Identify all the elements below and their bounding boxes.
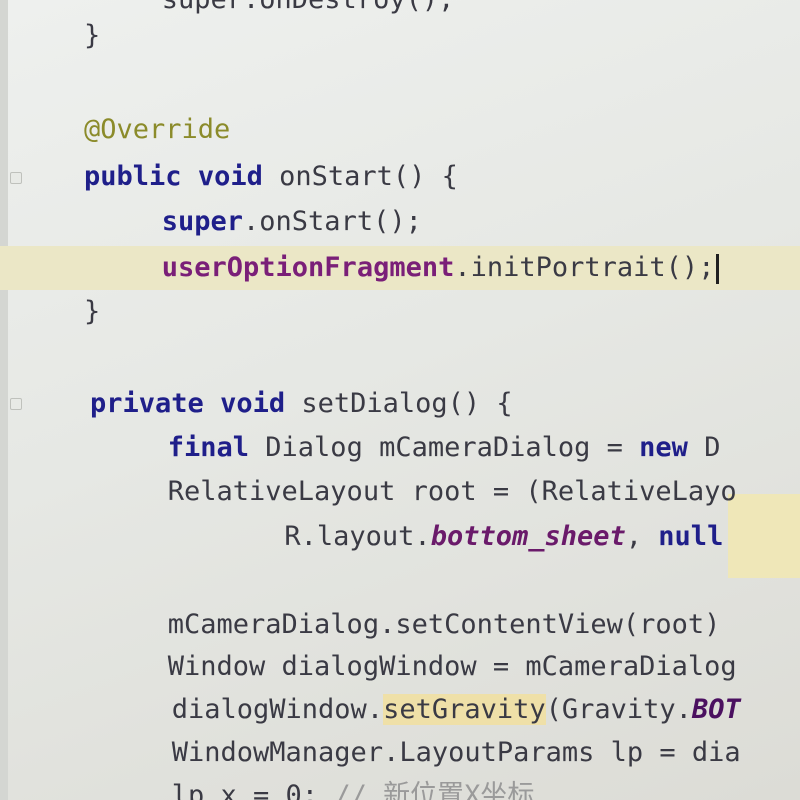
code-token: void xyxy=(197,161,263,192)
code-line[interactable]: RelativeLayout root = (RelativeLayo xyxy=(0,470,800,514)
code-token: @Override xyxy=(84,114,231,145)
code-token: super.onDestroy(); xyxy=(162,0,455,15)
code-token: BOT xyxy=(691,694,741,725)
code-token: D xyxy=(687,432,721,463)
code-token: super xyxy=(161,206,244,237)
code-token: .onStart(); xyxy=(243,206,422,237)
code-token: mCameraDialog.setContentView(root) xyxy=(167,609,721,640)
code-token: final xyxy=(167,432,250,463)
code-token: public xyxy=(84,161,182,192)
code-line[interactable] xyxy=(0,338,800,382)
code-token: R.layout. xyxy=(284,521,431,552)
code-line[interactable]: @Override xyxy=(0,108,800,152)
code-line[interactable]: } xyxy=(0,14,800,58)
code-token: private xyxy=(90,388,204,419)
code-token: userOptionFragment xyxy=(161,252,455,283)
code-token: dialogWindow. xyxy=(171,694,384,725)
code-token: Window dialogWindow = mCameraDialog xyxy=(167,651,737,682)
code-token: setGravity xyxy=(383,694,546,725)
code-token: null xyxy=(658,521,724,552)
code-token: .initPortrait(); xyxy=(454,252,715,283)
code-line[interactable] xyxy=(0,560,800,604)
code-token: bottom_sheet xyxy=(430,521,626,552)
code-line[interactable]: final Dialog mCameraDialog = new D xyxy=(0,426,800,470)
code-editor-screen: super.onDestroy();} @Override public void … xyxy=(0,0,800,800)
code-line[interactable]: mCameraDialog.setContentView(root) xyxy=(0,603,800,647)
code-line[interactable]: } xyxy=(0,290,800,334)
code-line[interactable]: WindowManager.LayoutParams lp = dia xyxy=(0,731,800,775)
code-token: // 新位置X坐标 xyxy=(334,780,535,800)
text-caret xyxy=(716,253,720,284)
code-line[interactable]: Window dialogWindow = mCameraDialog xyxy=(0,645,800,689)
code-line[interactable]: userOptionFragment.initPortrait(); xyxy=(0,246,800,290)
code-token: onStart() { xyxy=(262,161,458,192)
code-line[interactable] xyxy=(0,62,800,106)
code-token: void xyxy=(220,388,286,419)
code-token: new xyxy=(639,432,688,463)
code-token: (Gravity. xyxy=(545,694,692,725)
code-line[interactable]: public void onStart() { xyxy=(0,155,800,199)
code-area[interactable]: super.onDestroy();} @Override public void … xyxy=(0,0,800,800)
code-token: } xyxy=(84,296,101,327)
code-token: WindowManager.LayoutParams lp = dia xyxy=(171,737,741,768)
code-line[interactable]: private void setDialog() { xyxy=(0,382,800,426)
code-token: Dialog mCameraDialog = xyxy=(249,432,640,463)
code-token: lp.x = 0; xyxy=(171,780,335,800)
code-line[interactable]: dialogWindow.setGravity(Gravity.BOT xyxy=(0,688,800,732)
code-token: RelativeLayout root = (RelativeLayo xyxy=(167,476,737,507)
code-line[interactable]: super.onStart(); xyxy=(0,200,800,244)
code-line[interactable]: lp.x = 0; // 新位置X坐标 xyxy=(0,774,800,800)
code-token: setDialog() { xyxy=(285,388,513,419)
code-token: , xyxy=(625,521,659,552)
code-line[interactable]: R.layout.bottom_sheet, null xyxy=(0,515,800,559)
code-token: } xyxy=(84,20,101,51)
